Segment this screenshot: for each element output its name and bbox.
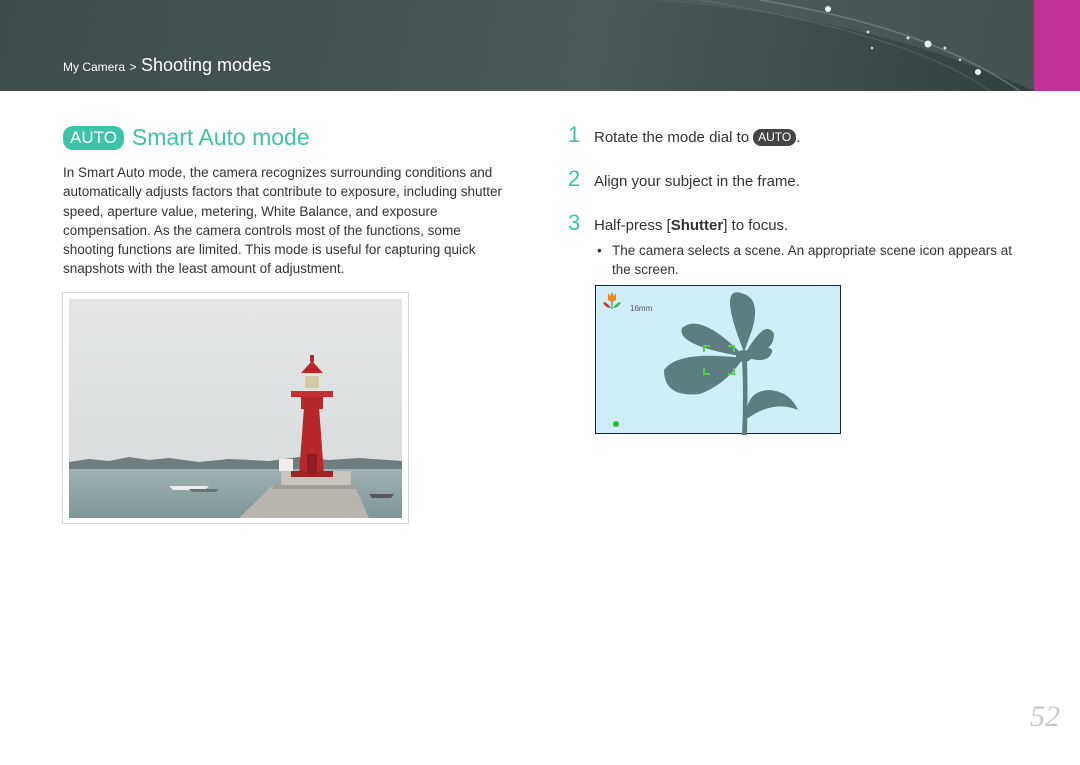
intro-paragraph: In Smart Auto mode, the camera recognize… [63,165,502,277]
auto-mode-icon: AUTO [63,125,124,150]
step-text: Rotate the mode dial to AUTO. [594,129,800,146]
header-swoosh-decoration [640,0,1034,91]
bullet-text: The camera selects a scene. An appropria… [612,243,1012,278]
section-title: AUTO Smart Auto mode [63,124,310,151]
shutter-button-label: Shutter [670,217,724,234]
step-text: Half-press [Shutter] to focus. [594,217,788,234]
flower-macro-icon [603,292,621,309]
focus-frame-icon [703,345,735,375]
chapter-tab-marker [1034,0,1080,91]
bullet-item: • The camera selects a scene. An appropr… [597,241,1022,280]
chapter-header: My Camera > Shooting modes [0,0,1080,91]
auto-mode-icon: AUTO [753,129,797,146]
example-photo-frame [62,292,409,524]
lighthouse-photo [69,299,402,518]
focal-length-readout: 16mm [630,304,653,313]
step-1: 1 Rotate the mode dial to AUTO. [568,122,800,148]
page-title: Smart Auto mode [131,124,310,150]
breadcrumb-current: Shooting modes [140,55,272,75]
step-text-suffix: . [796,129,801,146]
focus-indicator-icon [613,421,619,427]
step-text-main: Rotate the mode dial to [594,129,750,146]
step-text-suffix: ] to focus. [723,217,789,234]
bullet-dot-icon: • [597,243,602,258]
breadcrumb-parent[interactable]: My Camera [63,60,125,74]
step-number: 1 [568,122,581,147]
step-text: Align your subject in the frame. [594,173,800,190]
step-number: 3 [568,210,581,235]
camera-screen-illustration: 16mm [595,285,841,435]
step-2: 2 Align your subject in the frame. [568,166,800,192]
page-number: 52 [1030,700,1060,733]
breadcrumb: My Camera > Shooting modes [63,55,271,76]
breadcrumb-separator: > [129,60,137,74]
step-3: 3 Half-press [Shutter] to focus. [568,210,788,236]
step-text-prefix: Half-press [ [594,217,671,234]
step-number: 2 [568,166,581,191]
